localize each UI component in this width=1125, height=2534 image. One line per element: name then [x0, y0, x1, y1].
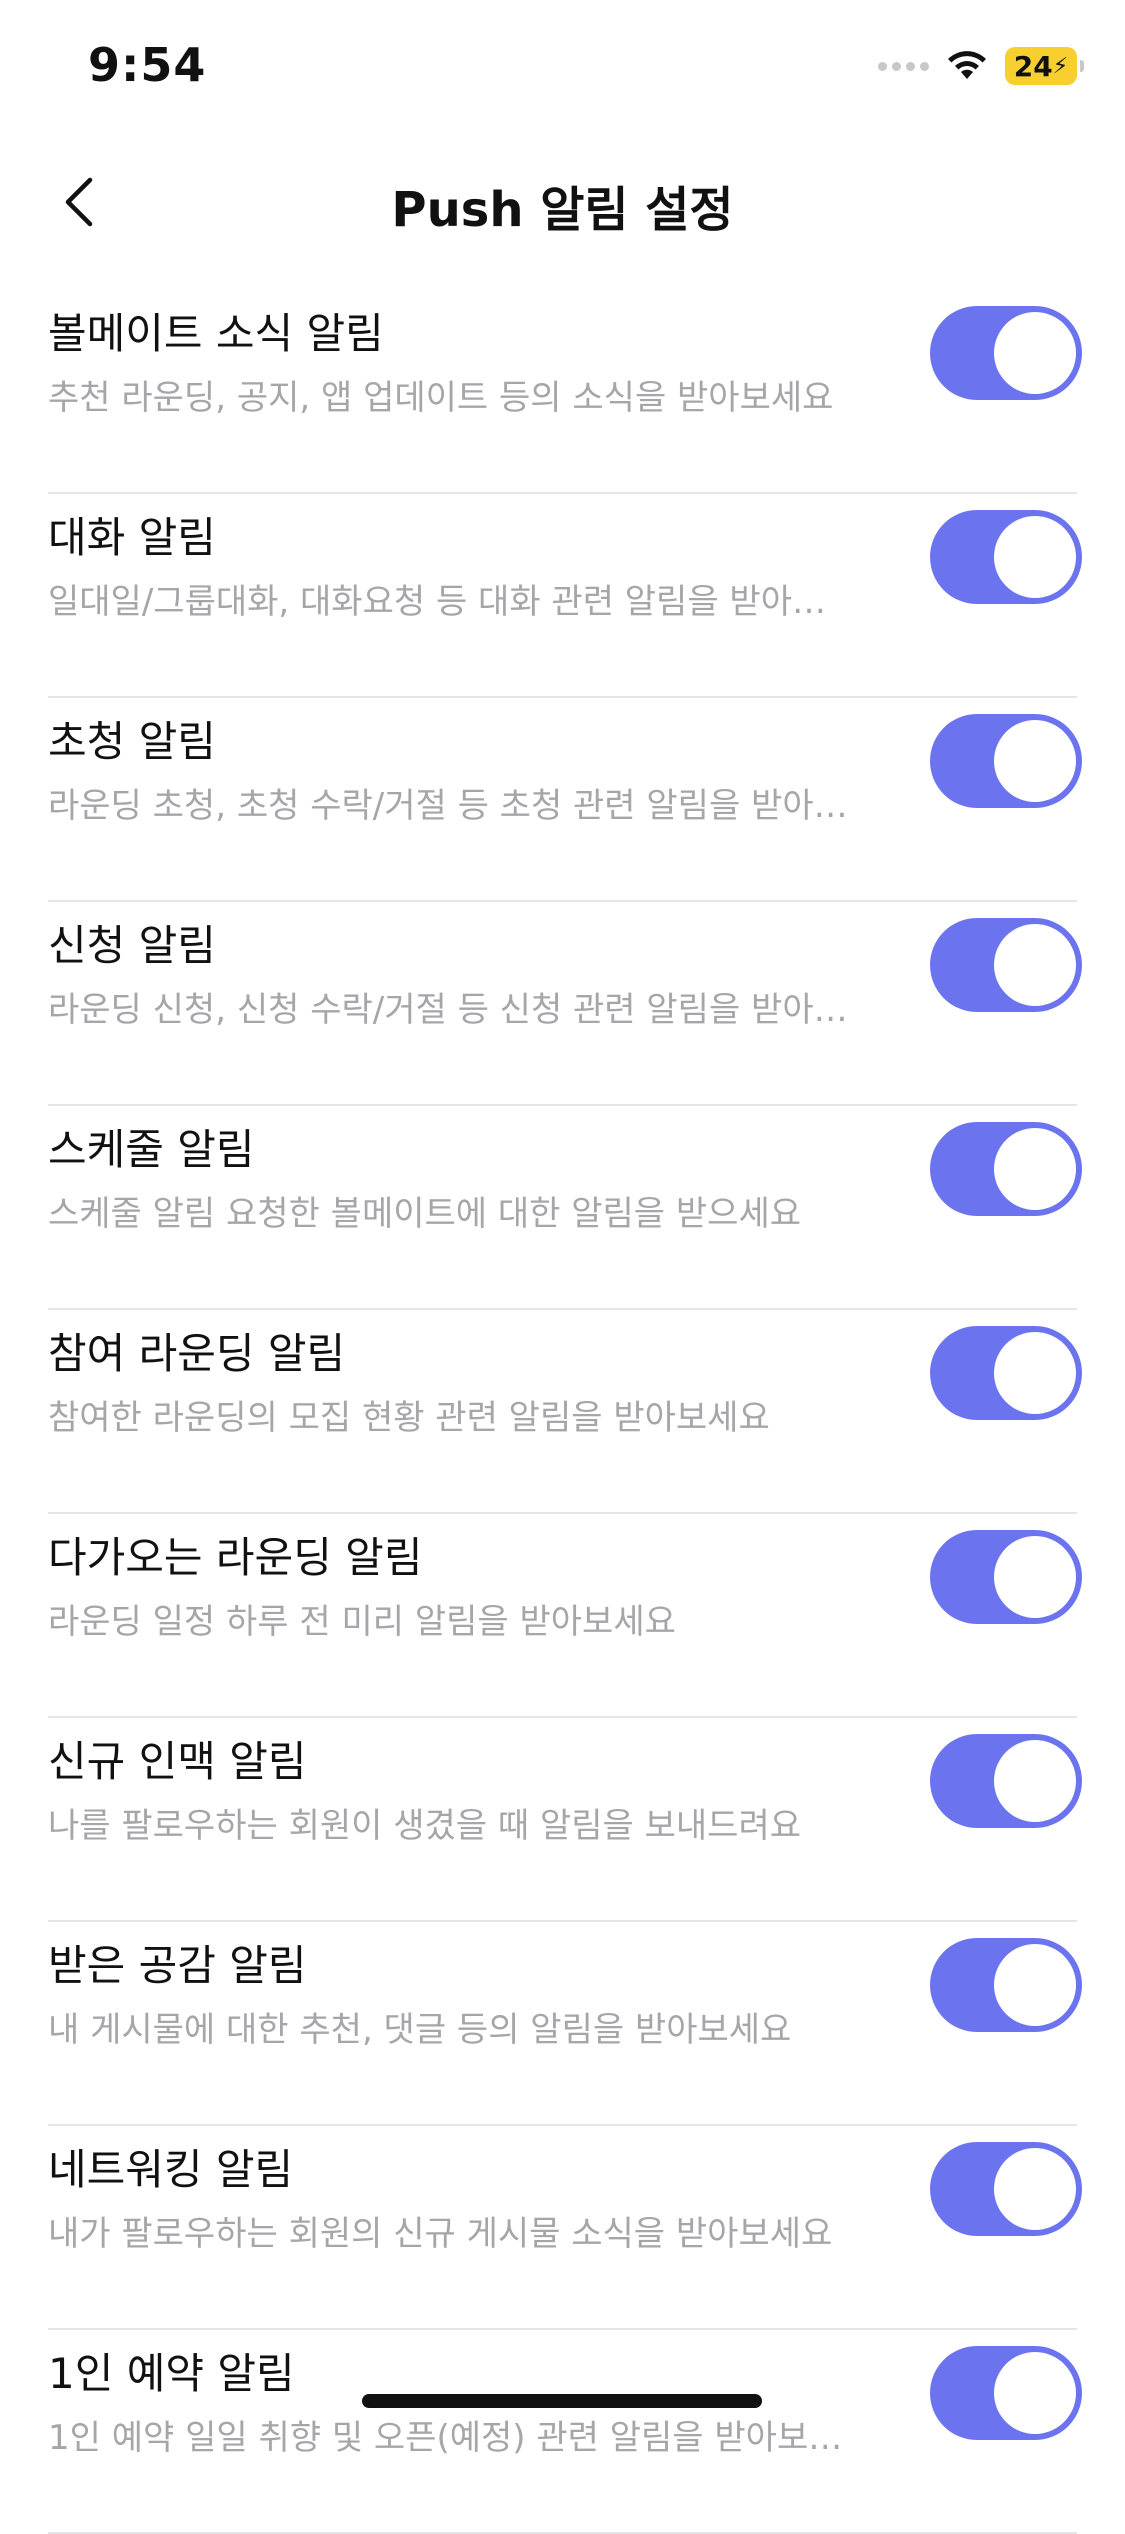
setting-title: 받은 공감 알림 — [48, 1941, 307, 1990]
home-indicator[interactable] — [362, 2394, 762, 2408]
notification-toggle[interactable] — [930, 1734, 1082, 1828]
setting-item: 참여 라운딩 알림 참여한 라운딩의 모집 현황 관련 알림을 받아보세요 — [48, 1310, 1082, 1514]
setting-title: 참여 라운딩 알림 — [48, 1329, 346, 1378]
toggle-knob — [994, 2148, 1076, 2230]
setting-title: 스케줄 알림 — [48, 1125, 255, 1174]
status-bar: 9:54 24 ⚡ — [0, 0, 1125, 140]
charging-bolt-icon: ⚡ — [1052, 53, 1069, 79]
wifi-icon — [948, 51, 986, 79]
toggle-knob — [994, 1332, 1076, 1414]
notification-toggle[interactable] — [930, 714, 1082, 808]
setting-item: 볼메이트 소식 알림 추천 라운딩, 공지, 앱 업데이트 등의 소식을 받아보… — [48, 290, 1082, 494]
toggle-knob — [994, 1740, 1076, 1822]
setting-description: 스케줄 알림 요청한 볼메이트에 대한 알림을 받으세요 — [48, 1194, 802, 1234]
battery-icon: 24 ⚡ — [1005, 47, 1084, 85]
settings-list: 볼메이트 소식 알림 추천 라운딩, 공지, 앱 업데이트 등의 소식을 받아보… — [0, 290, 1125, 2534]
setting-item: 1인 예약 알림 1인 예약 일일 취향 및 오픈(예정) 관련 알림을 받아보… — [48, 2330, 1082, 2534]
setting-description: 1인 예약 일일 취향 및 오픈(예정) 관련 알림을 받아보… — [48, 2418, 843, 2458]
navigation-bar: Push 알림 설정 — [0, 140, 1125, 270]
setting-title: 1인 예약 알림 — [48, 2349, 295, 2398]
setting-description: 참여한 라운딩의 모집 현황 관련 알림을 받아보세요 — [48, 1398, 770, 1438]
notification-toggle[interactable] — [930, 306, 1082, 400]
setting-description: 내 게시물에 대한 추천, 댓글 등의 알림을 받아보세요 — [48, 2010, 792, 2050]
setting-item: 신규 인맥 알림 나를 팔로우하는 회원이 생겼을 때 알림을 보내드려요 — [48, 1718, 1082, 1922]
notification-toggle[interactable] — [930, 510, 1082, 604]
setting-item: 다가오는 라운딩 알림 라운딩 일정 하루 전 미리 알림을 받아보세요 — [48, 1514, 1082, 1718]
toggle-knob — [994, 312, 1076, 394]
setting-item: 받은 공감 알림 내 게시물에 대한 추천, 댓글 등의 알림을 받아보세요 — [48, 1922, 1082, 2126]
setting-description: 라운딩 신청, 신청 수락/거절 등 신청 관련 알림을 받아… — [48, 990, 848, 1030]
setting-title: 네트워킹 알림 — [48, 2145, 294, 2194]
setting-description: 추천 라운딩, 공지, 앱 업데이트 등의 소식을 받아보세요 — [48, 378, 834, 418]
setting-item: 네트워킹 알림 내가 팔로우하는 회원의 신규 게시물 소식을 받아보세요 — [48, 2126, 1082, 2330]
setting-description: 일대일/그룹대화, 대화요청 등 대화 관련 알림을 받아… — [48, 582, 826, 622]
toggle-knob — [994, 516, 1076, 598]
notification-toggle[interactable] — [930, 1326, 1082, 1420]
setting-title: 대화 알림 — [48, 513, 216, 562]
setting-description: 나를 팔로우하는 회원이 생겼을 때 알림을 보내드려요 — [48, 1806, 802, 1846]
toggle-knob — [994, 720, 1076, 802]
toggle-knob — [994, 924, 1076, 1006]
setting-description: 라운딩 초청, 초청 수락/거절 등 초청 관련 알림을 받아… — [48, 786, 848, 826]
setting-title: 볼메이트 소식 알림 — [48, 309, 384, 358]
toggle-knob — [994, 2352, 1076, 2434]
toggle-knob — [994, 1536, 1076, 1618]
setting-description: 내가 팔로우하는 회원의 신규 게시물 소식을 받아보세요 — [48, 2214, 833, 2254]
notification-toggle[interactable] — [930, 2346, 1082, 2440]
notification-toggle[interactable] — [930, 1122, 1082, 1216]
setting-item: 대화 알림 일대일/그룹대화, 대화요청 등 대화 관련 알림을 받아… — [48, 494, 1082, 698]
setting-item: 스케줄 알림 스케줄 알림 요청한 볼메이트에 대한 알림을 받으세요 — [48, 1106, 1082, 1310]
setting-item: 신청 알림 라운딩 신청, 신청 수락/거절 등 신청 관련 알림을 받아… — [48, 902, 1082, 1106]
status-icons: 24 ⚡ — [878, 46, 1084, 86]
toggle-knob — [994, 1944, 1076, 2026]
setting-title: 신규 인맥 알림 — [48, 1737, 307, 1786]
setting-title: 초청 알림 — [48, 717, 216, 766]
page-title: Push 알림 설정 — [391, 182, 734, 238]
notification-toggle[interactable] — [930, 1530, 1082, 1624]
notification-toggle[interactable] — [930, 918, 1082, 1012]
notification-toggle[interactable] — [930, 1938, 1082, 2032]
cellular-signal-icon — [878, 61, 929, 71]
setting-title: 다가오는 라운딩 알림 — [48, 1533, 423, 1582]
battery-level: 24 — [1013, 49, 1053, 83]
toggle-knob — [994, 1128, 1076, 1210]
setting-description: 라운딩 일정 하루 전 미리 알림을 받아보세요 — [48, 1602, 676, 1642]
status-time: 9:54 — [88, 38, 207, 92]
notification-toggle[interactable] — [930, 2142, 1082, 2236]
setting-title: 신청 알림 — [48, 921, 216, 970]
setting-item: 초청 알림 라운딩 초청, 초청 수락/거절 등 초청 관련 알림을 받아… — [48, 698, 1082, 902]
